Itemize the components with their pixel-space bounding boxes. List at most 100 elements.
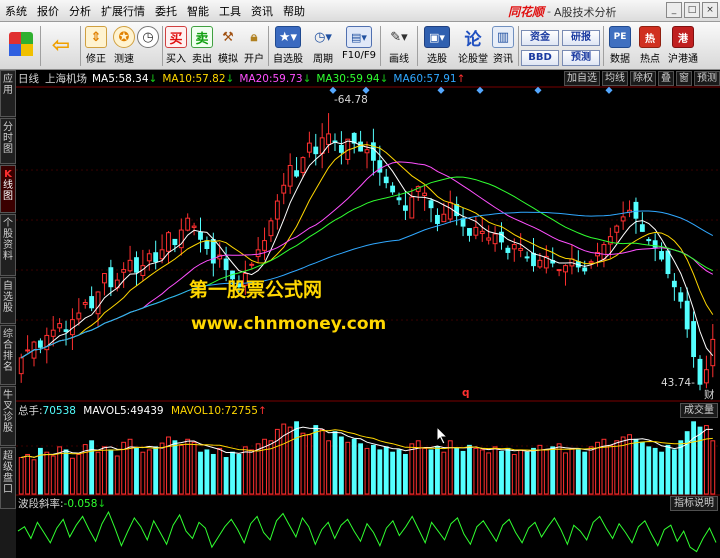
- candle: [505, 247, 511, 253]
- tab-super-book[interactable]: 超级盘口: [0, 447, 16, 509]
- close-button[interactable]: ×: [702, 2, 718, 18]
- tab-super-book-label: 超级盘口: [3, 451, 13, 495]
- candle: [89, 296, 95, 309]
- tab-watchlist[interactable]: 自选股: [0, 277, 16, 324]
- candle: [146, 253, 152, 262]
- hammer-icon: ⚒: [222, 29, 234, 45]
- volume-bar: [428, 449, 434, 495]
- research-button[interactable]: 研报: [562, 30, 600, 46]
- volume-bar: [383, 446, 389, 495]
- candle: [63, 329, 69, 332]
- maximize-button[interactable]: □: [684, 2, 700, 18]
- menu-order[interactable]: 委托: [150, 3, 182, 19]
- event-marker-icon: [476, 86, 484, 94]
- candle: [127, 259, 133, 272]
- candle: [582, 267, 588, 272]
- event-marker-icon: [329, 86, 337, 94]
- open-account-button[interactable]: 🔒︎ 开户: [241, 24, 267, 68]
- forecast-toggle-button[interactable]: 预测: [694, 71, 720, 86]
- tab-stock-profile-label: 个股资料: [3, 218, 13, 262]
- simulate-button[interactable]: ⚒ 模拟: [215, 24, 241, 68]
- hotspot-label: 热点: [640, 54, 660, 65]
- volume-bar: [370, 444, 376, 495]
- menu-bar: 系统 报价 分析 扩展行情 委托 智能 工具 资讯 帮助 同花顺 - A股技术分…: [0, 0, 720, 22]
- tab-watchlist-label: 自选股: [3, 281, 13, 314]
- hk-connect-button[interactable]: 港 沪港通: [666, 24, 700, 68]
- mavol5-label: MAVOL5:: [83, 405, 131, 417]
- speed-test-button[interactable]: ✪ 测速: [110, 24, 138, 68]
- draw-line-button[interactable]: ✎▾ 画线: [382, 24, 416, 68]
- volume-bar: [70, 457, 75, 495]
- tab-kline[interactable]: K线图: [0, 165, 16, 213]
- indicator-help-button[interactable]: 指标说明: [670, 496, 718, 511]
- menu-extended-quote[interactable]: 扩展行情: [96, 3, 150, 19]
- forecast-button[interactable]: 预测: [562, 50, 600, 66]
- forum-button[interactable]: 论 论股堂: [455, 24, 491, 68]
- sell-button[interactable]: 卖 卖出: [189, 24, 215, 68]
- capital-button[interactable]: 资金: [521, 30, 559, 46]
- volume-bar: [217, 447, 223, 495]
- volume-bar: [95, 451, 101, 495]
- volume-button[interactable]: 成交量: [680, 403, 718, 418]
- volume-bar: [172, 440, 178, 495]
- ma-settings-button[interactable]: 均线: [602, 71, 628, 86]
- buy-button[interactable]: 买 买入: [163, 24, 189, 68]
- tab-stock-profile[interactable]: 个股资料: [0, 214, 16, 276]
- volume-bar: [338, 436, 344, 495]
- menu-analysis[interactable]: 分析: [64, 3, 96, 19]
- tab-apps[interactable]: 应用: [0, 70, 16, 117]
- toolbar-separator: [603, 26, 604, 66]
- draw-line-label: 画线: [389, 54, 409, 65]
- candle: [441, 213, 447, 223]
- q-marker[interactable]: q: [462, 387, 470, 399]
- f10-button[interactable]: ▤▾ F10/F9: [340, 24, 378, 68]
- candle: [172, 238, 178, 246]
- bbd-button[interactable]: BBD: [521, 50, 559, 66]
- candle: [76, 312, 82, 320]
- volume-bar: [230, 451, 235, 495]
- watchlist-button[interactable]: ★▾ 自选股: [270, 24, 306, 68]
- candle: [697, 358, 703, 385]
- candle: [255, 249, 261, 258]
- ex-rights-button[interactable]: 除权: [630, 71, 656, 86]
- minimize-button[interactable]: _: [666, 2, 682, 18]
- back-button[interactable]: ⇦: [46, 24, 76, 68]
- screen-icon: ▣▾: [424, 26, 450, 48]
- news-button[interactable]: ▥ 资讯: [490, 24, 516, 68]
- candle: [396, 197, 402, 201]
- menu-tools[interactable]: 工具: [214, 3, 246, 19]
- menu-quote[interactable]: 报价: [32, 3, 64, 19]
- grid-color-button[interactable]: [6, 24, 36, 68]
- menu-news[interactable]: 资讯: [246, 3, 278, 19]
- finance-marker[interactable]: 财: [704, 387, 715, 402]
- volume-bar: [198, 451, 203, 495]
- data-label: 数据: [610, 54, 630, 65]
- menu-system[interactable]: 系统: [0, 3, 32, 19]
- hotspot-button[interactable]: 热 热点: [636, 24, 664, 68]
- volume-bar: [146, 449, 152, 495]
- timer-button[interactable]: ◷: [135, 24, 161, 68]
- volume-bar: [460, 450, 466, 495]
- volume-bar: [697, 426, 703, 495]
- window-button[interactable]: 窗: [676, 71, 692, 86]
- candle: [153, 252, 159, 263]
- stock-screen-button[interactable]: ▣▾ 选股: [419, 24, 455, 68]
- menu-help[interactable]: 帮助: [278, 3, 310, 19]
- tab-intraday[interactable]: 分时图: [0, 118, 16, 164]
- volume-bar: [479, 449, 485, 495]
- period-button[interactable]: ◷▾ 周期: [308, 24, 338, 68]
- tab-ranking[interactable]: 综合排名: [0, 325, 16, 385]
- chart-area[interactable]: 日线 上海机场 MA5:58.34↓ MA10:57.82↓ MA20:59.7…: [16, 70, 720, 558]
- candle: [287, 165, 293, 187]
- data-button[interactable]: PE 数据: [606, 24, 634, 68]
- menu-smart[interactable]: 智能: [182, 3, 214, 19]
- overlay-button[interactable]: 叠: [658, 71, 674, 86]
- candle: [95, 291, 101, 315]
- volume-bar: [684, 431, 690, 495]
- fix-button[interactable]: ⇕ 修正: [82, 24, 110, 68]
- volume-bar: [204, 449, 210, 495]
- volume-bar: [671, 449, 677, 495]
- volume-bar: [537, 444, 543, 495]
- tab-diagnosis[interactable]: 牛叉诊股: [0, 386, 16, 446]
- add-watchlist-button[interactable]: 加自选: [564, 71, 600, 86]
